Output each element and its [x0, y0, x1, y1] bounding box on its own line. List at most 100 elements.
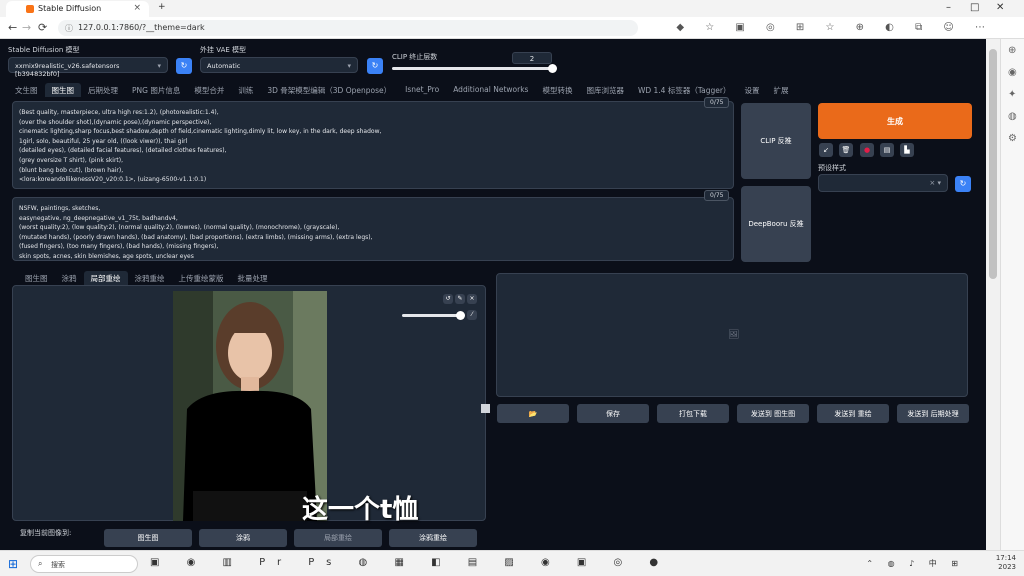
edit-icon[interactable]: ✎ — [455, 294, 465, 304]
info-icon[interactable]: ⓘ — [65, 23, 73, 34]
restore-prompt-icon[interactable]: ↙ — [819, 143, 833, 157]
tab-5[interactable]: 训练 — [231, 83, 260, 97]
zip-download-button[interactable]: 打包下载 — [657, 404, 729, 423]
extra-networks-icon[interactable]: ● — [860, 143, 874, 157]
copy-to-img2img-button[interactable]: 图生图 — [104, 529, 192, 547]
tab-close-icon[interactable]: × — [133, 3, 141, 13]
image-placeholder-icon: 🖼 — [728, 330, 740, 340]
style-select[interactable]: × ▾ — [818, 174, 948, 192]
url-field[interactable]: ⓘ 127.0.0.1:7860/?__theme=dark — [58, 20, 638, 36]
main-tab-bar: 文生图 图生图 后期处理 PNG 图片信息 模型合并 训练 3D 骨架模型编辑（3D Ope… — [8, 83, 796, 97]
minimize-icon[interactable]: – — [946, 2, 951, 13]
tab-8[interactable]: Additional Networks — [446, 83, 535, 97]
chevron-down-icon: ▾ — [347, 62, 351, 70]
prompt-line: 1girl, solo, beautiful, 25 year old, ((l… — [19, 137, 188, 145]
prompt-line: <lora:koreandollikenessV20_v20:0.1>, (ui… — [19, 176, 207, 184]
input-image[interactable] — [173, 291, 327, 521]
clock[interactable]: 17:14 2023 — [996, 554, 1016, 572]
send-to-extras-button[interactable]: 发送到 后期处理 — [897, 404, 969, 423]
maximize-icon[interactable]: □ — [970, 2, 979, 13]
tab-6[interactable]: 3D 骨架模型编辑（3D Openpose） — [260, 83, 398, 97]
prompt-line: (grey oversize T shirt), (pink skirt), — [19, 156, 124, 164]
negative-line: easynegative, ng_deepnegative_v1_75t, ba… — [19, 214, 178, 222]
subtab-2[interactable]: 局部重绘 — [83, 271, 128, 285]
negative-line: (worst quality:2), (low quality:2), (nor… — [19, 224, 340, 232]
back-icon[interactable]: ← — [8, 21, 17, 34]
tab-0[interactable]: 文生图 — [8, 83, 45, 97]
clock-time: 17:14 — [995, 554, 1016, 562]
tab-10[interactable]: 图库浏览器 — [579, 83, 631, 97]
generate-button[interactable]: 生成 — [818, 103, 972, 139]
clock-date: 2023 — [998, 563, 1016, 571]
clear-icon[interactable]: × ▾ — [929, 179, 941, 187]
tab-11[interactable]: WD 1.4 标签器（Tagger） — [631, 83, 738, 97]
windows-start-icon[interactable]: ⊞ — [8, 557, 18, 571]
open-folder-button[interactable]: 📂 — [497, 404, 569, 423]
extension-icon[interactable]: ◍ — [1008, 111, 1017, 122]
tab-3[interactable]: PNG 图片信息 — [125, 83, 187, 97]
favicon-icon — [26, 5, 34, 13]
account-icon[interactable]: ◉ — [1008, 67, 1017, 78]
negative-line: NSFW, paintings, sketches, — [19, 205, 101, 212]
prompt-textarea[interactable]: (Best quality, masterpiece, ultra high r… — [12, 101, 734, 189]
subtab-5[interactable]: 批量处理 — [231, 271, 275, 285]
negative-line: (fused fingers), (too many fingers), (ba… — [19, 243, 219, 251]
copy-to-inpaint-sketch-button[interactable]: 涂鸦重绘 — [389, 529, 477, 547]
clip-skip-slider[interactable] — [392, 64, 557, 73]
clear-image-icon[interactable]: × — [467, 294, 477, 304]
system-tray-icons[interactable]: ⌃ ◍ ♪ 中 ⊞ — [866, 558, 964, 569]
prompt-line: (over the shoulder shot),(dynamic pose),… — [19, 118, 212, 126]
refresh-model-icon[interactable]: ↻ — [176, 58, 192, 74]
tab-9[interactable]: 模型转换 — [535, 83, 579, 97]
negative-line: (mutated hands), (poorly drawn hands), (… — [19, 233, 373, 241]
subtab-0[interactable]: 图生图 — [18, 271, 55, 285]
model-select[interactable]: xxmix9realistic_v26.safetensors [b394832… — [8, 57, 168, 78]
deepbooru-interrogate-button[interactable]: DeepBooru 反推 — [741, 186, 811, 262]
clip-skip-number[interactable]: 2 — [512, 52, 552, 64]
subtab-4[interactable]: 上传重绘蒙版 — [172, 271, 231, 285]
tab-12[interactable]: 设置 — [738, 83, 767, 97]
window-close-icon[interactable]: ✕ — [996, 2, 1004, 13]
subtab-3[interactable]: 涂鸦重绘 — [128, 271, 172, 285]
page-scrollbar[interactable] — [986, 39, 1000, 550]
refresh-style-icon[interactable]: ↻ — [955, 176, 971, 192]
extension-icons[interactable]: ◆ ☆ ▣ ◎ ⊞ ☆ ⊕ ◐ ⧉ ☺ ⋯ — [676, 22, 994, 33]
scrollbar-thumb[interactable] — [989, 49, 997, 279]
tab-4[interactable]: 模型合并 — [187, 83, 231, 97]
tab-1[interactable]: 图生图 — [44, 83, 81, 97]
brush-icon[interactable]: ⁄ — [467, 310, 477, 320]
vae-select[interactable]: Automatic ▾ — [200, 57, 358, 73]
send-to-inpaint-button[interactable]: 发送到 重绘 — [817, 404, 889, 423]
reload-icon[interactable]: ⟳ — [38, 21, 47, 34]
tab-7[interactable]: Isnet_Pro — [398, 83, 446, 97]
vae-label: 外挂 VAE 模型 — [200, 46, 247, 54]
forward-icon[interactable]: → — [22, 21, 31, 34]
taskbar-app-icons[interactable]: ▣ ◉ ▥ Pr Ps ◍ ▦ ◧ ▤ ▨ ◉ ▣ ◎ ● — [150, 557, 670, 568]
tab-2[interactable]: 后期处理 — [81, 83, 125, 97]
browser-tab[interactable]: Stable Diffusion × — [6, 1, 149, 17]
copy-to-inpaint-button[interactable]: 局部重绘 — [294, 529, 382, 547]
negative-prompt-textarea[interactable]: NSFW, paintings, sketches, easynegative, … — [12, 197, 734, 261]
refresh-vae-icon[interactable]: ↻ — [367, 58, 383, 74]
copy-to-sketch-button[interactable]: 涂鸦 — [199, 529, 287, 547]
copilot-icon[interactable]: ✦ — [1008, 89, 1016, 100]
slider-knob[interactable] — [547, 64, 557, 73]
save-button[interactable]: 保存 — [577, 404, 649, 423]
new-tab-button[interactable]: + — [158, 2, 166, 12]
portrait-photo — [173, 291, 327, 521]
trash-icon[interactable]: 🗑 — [839, 143, 853, 157]
clipboard-icon[interactable]: ▤ — [880, 143, 894, 157]
output-gallery[interactable]: 🖼 — [496, 273, 968, 397]
brush-size-slider[interactable] — [402, 311, 466, 320]
save-style-icon[interactable]: ▙ — [900, 143, 914, 157]
tab-13[interactable]: 扩展 — [767, 83, 796, 97]
settings-icon[interactable]: ⚙ — [1008, 133, 1017, 144]
add-icon[interactable]: ⊕ — [1008, 45, 1016, 56]
undo-icon[interactable]: ↺ — [443, 294, 453, 304]
resize-handle[interactable] — [481, 404, 490, 413]
subtab-1[interactable]: 涂鸦 — [55, 271, 84, 285]
taskbar-search[interactable]: ⌕ 搜索 — [30, 555, 138, 573]
prompt-line: (detailed eyes), (detailed facial featur… — [19, 147, 227, 155]
clip-interrogate-button[interactable]: CLIP 反推 — [741, 103, 811, 179]
send-to-img2img-button[interactable]: 发送到 图生图 — [737, 404, 809, 423]
